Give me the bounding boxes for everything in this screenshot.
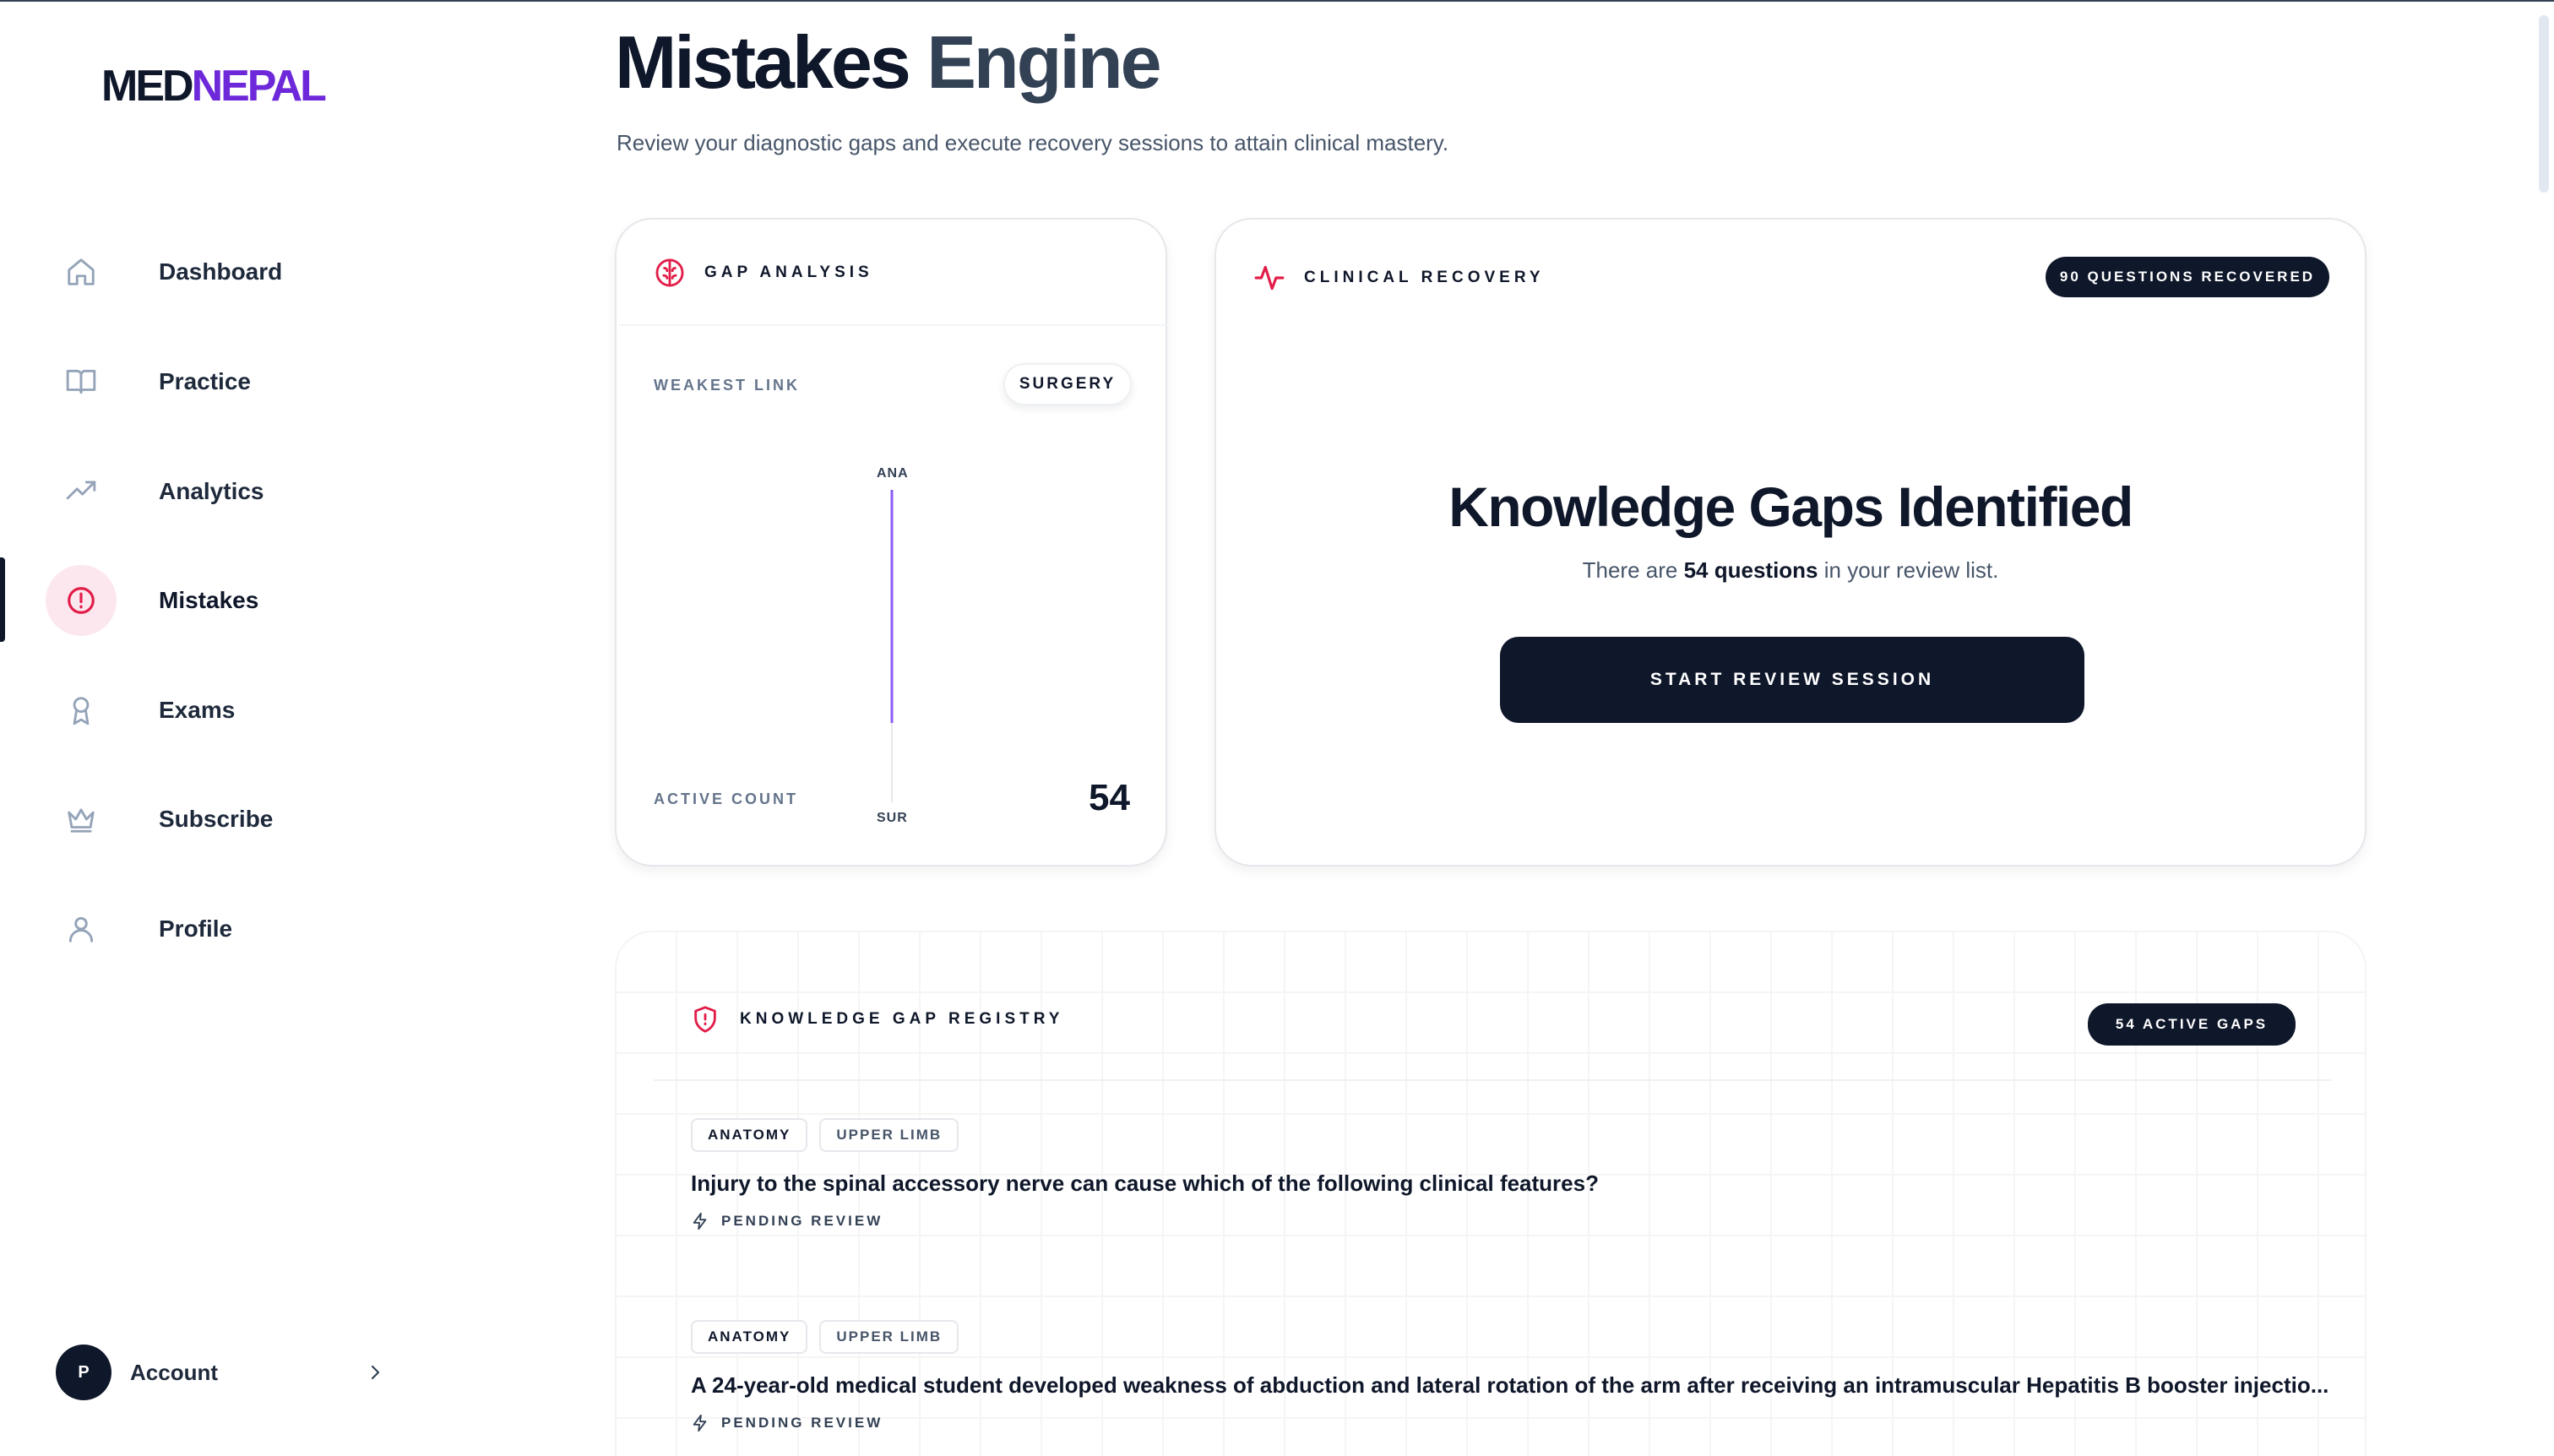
topic-tag: UPPER LIMB [819,1320,959,1354]
sidebar-item-profile[interactable]: Profile [46,894,417,964]
alert-circle-icon [46,565,117,636]
sidebar-item-label: Analytics [159,478,264,504]
subject-tag: ANATOMY [691,1118,808,1152]
brand-logo[interactable]: MEDNEPAL [101,61,327,111]
topic-tag: UPPER LIMB [819,1118,959,1152]
page-title-part1: Mistakes [615,20,911,104]
knowledge-gaps-heading: Knowledge Gaps Identified [1448,475,2133,538]
account-label: Account [130,1359,218,1385]
knowledge-gap-registry: KNOWLEDGE GAP REGISTRY 54 ACTIVE GAPS AN… [615,931,2367,1456]
chevron-right-icon [371,1365,380,1380]
sidebar-item-label: Profile [159,915,233,942]
active-gaps-badge: 54 ACTIVE GAPS [2088,1003,2296,1046]
gap-chart [890,490,894,802]
active-count-label: ACTIVE COUNT [654,790,798,807]
sidebar-item-mistakes[interactable]: Mistakes [46,565,417,636]
sidebar-item-dashboard[interactable]: Dashboard [46,236,417,307]
summary-prefix: There are [1582,557,1678,583]
registry-title: KNOWLEDGE GAP REGISTRY [740,1010,1064,1028]
page-subtitle: Review your diagnostic gaps and execute … [617,130,1449,155]
divider [654,1079,2331,1081]
page-title-part2: Engine [927,20,1161,104]
sidebar-item-label: Dashboard [159,258,283,285]
user-icon [46,894,117,964]
account-menu[interactable]: P Account [56,1345,385,1400]
status-badge: PENDING REVIEW [691,1414,2329,1432]
lightning-icon [693,1414,707,1432]
summary-suffix: in your review list. [1823,557,1999,583]
active-nav-indicator [0,557,5,642]
active-count-value: 54 [1089,777,1130,818]
brand-logo-part1: MED [101,62,194,111]
knowledge-gaps-summary: There are 54 questions in your review li… [1216,557,2365,584]
trending-up-icon [46,456,117,527]
page-scrollbar[interactable] [2539,15,2549,193]
subject-tag: ANATOMY [691,1320,808,1354]
sidebar-item-label: Mistakes [159,587,259,613]
sidebar-item-analytics[interactable]: Analytics [46,456,417,527]
home-icon [46,236,117,307]
registry-header: KNOWLEDGE GAP REGISTRY [691,1005,1063,1034]
clinical-recovery-title: CLINICAL RECOVERY [1304,269,1545,286]
sidebar-item-practice[interactable]: Practice [46,346,417,417]
sidebar-item-label: Subscribe [159,806,274,832]
chart-tick-label-bottom: SUR [877,811,908,825]
summary-count: 54 questions [1683,557,1818,583]
book-icon [46,346,117,417]
chart-tick-label-top: ANA [877,466,909,481]
pulse-icon [1254,265,1285,291]
status-text: PENDING REVIEW [721,1415,883,1431]
sidebar-item-subscribe[interactable]: Subscribe [46,784,417,855]
clinical-recovery-card: CLINICAL RECOVERY 90 QUESTIONS RECOVERED… [1215,218,2367,867]
gap-analysis-card: GAP ANALYSIS WEAKEST LINK SURGERY ANA SU… [615,218,1167,867]
list-item[interactable]: ANATOMY UPPER LIMB Injury to the spinal … [691,1118,2329,1231]
sidebar: MEDNEPAL Dashboard Practice Analytics Mi… [0,0,473,1456]
question-text[interactable]: Injury to the spinal accessory nerve can… [691,1171,2329,1197]
page-title: Mistakes Engine [615,17,1162,108]
status-badge: PENDING REVIEW [691,1212,2329,1231]
list-item[interactable]: ANATOMY UPPER LIMB A 24-year-old medical… [691,1320,2329,1432]
brand-logo-part2: NEPAL [191,62,327,111]
clinical-recovery-header: CLINICAL RECOVERY [1253,262,1545,294]
shield-alert-icon [694,1006,716,1033]
sidebar-item-label: Practice [159,368,251,394]
status-text: PENDING REVIEW [721,1213,883,1229]
lightning-icon [693,1212,707,1231]
tag-group: ANATOMY UPPER LIMB [691,1118,2329,1152]
question-text[interactable]: A 24-year-old medical student developed … [691,1372,2329,1399]
sidebar-item-label: Exams [159,697,236,723]
tag-group: ANATOMY UPPER LIMB [691,1320,2329,1354]
sidebar-item-exams[interactable]: Exams [46,675,417,746]
questions-recovered-badge: 90 QUESTIONS RECOVERED [2046,257,2329,297]
award-icon [46,675,117,746]
crown-icon [46,784,117,855]
avatar: P [56,1345,111,1400]
start-review-session-button[interactable]: START REVIEW SESSION [1500,637,2084,723]
